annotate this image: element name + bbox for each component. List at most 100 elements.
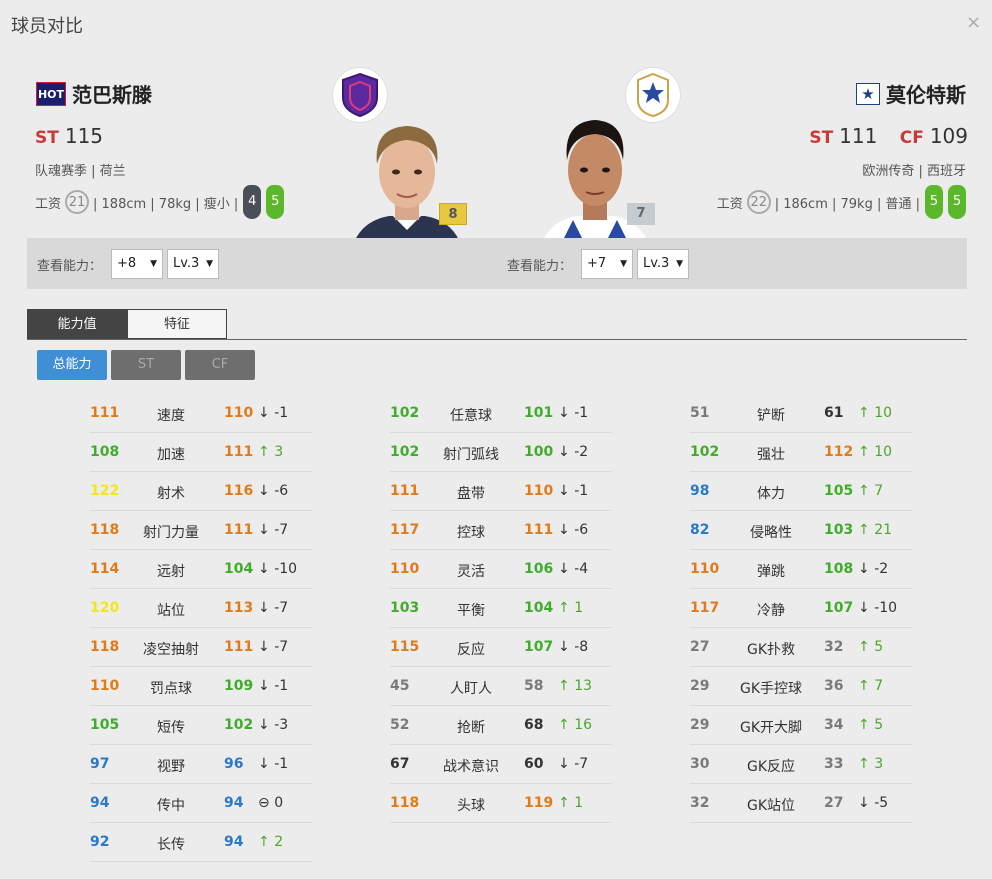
arrow-down-icon: ↓ (558, 561, 570, 577)
stat-row: 32 GK站位 27 ↓ -5 (690, 784, 912, 823)
stat-diff: ↓ -6 (558, 522, 588, 538)
stat-diff-value: 0 (274, 795, 284, 811)
stat-label: 反应 (457, 642, 485, 658)
stat-diff: ↓ -10 (858, 600, 897, 616)
left-stat-value: 102 (390, 405, 420, 421)
right-stat-value: 100 (524, 444, 554, 460)
right-stat-value: 101 (524, 405, 554, 421)
stat-label: 传中 (157, 798, 185, 814)
arrow-up-icon: ↑ (858, 483, 870, 499)
left-plus-select[interactable]: +8 (111, 249, 163, 279)
arrow-down-icon: ↓ (258, 483, 270, 499)
right-info: 工资 22 | 186cm | 79kg | 普通 | 5 5 (717, 185, 966, 219)
stat-row: 105 短传 102 ↓ -3 (90, 706, 312, 745)
left-stat-value: 114 (90, 561, 120, 577)
stat-diff: ↑ 7 (858, 678, 883, 694)
stat-diff-value: -8 (574, 639, 589, 655)
right-player-header: ★ 莫伦特斯 (856, 79, 966, 108)
subtab-cf[interactable]: CF (185, 350, 255, 380)
right-plus-select[interactable]: +7 (581, 249, 633, 279)
stat-row: 67 战术意识 60 ↓ -7 (390, 745, 612, 784)
right-view-label: 查看能力： (507, 259, 573, 274)
stat-row: 117 控球 111 ↓ -6 (390, 511, 612, 550)
stat-diff-value: -4 (574, 561, 589, 577)
stat-diff-value: 5 (874, 717, 884, 733)
tab-traits[interactable]: 特征 (127, 309, 227, 339)
stat-row: 114 远射 104 ↓ -10 (90, 550, 312, 589)
stat-row: 27 GK扑救 32 ↑ 5 (690, 628, 912, 667)
stat-diff-value: -10 (874, 600, 898, 616)
arrow-up-icon: ↑ (858, 405, 870, 421)
tab-divider (27, 339, 967, 340)
stat-diff-value: -1 (274, 756, 289, 772)
arrow-down-icon: ↓ (858, 561, 870, 577)
tab-abilities[interactable]: 能力值 (27, 309, 127, 339)
stat-label: 任意球 (450, 408, 492, 424)
europe-legend-emblem-icon (626, 68, 680, 122)
stat-diff: ↑ 5 (858, 717, 883, 733)
arrow-up-icon: ↑ (858, 678, 870, 694)
left-player-header: HOT 范巴斯滕 (36, 79, 152, 108)
subtab-st[interactable]: ST (111, 350, 181, 380)
stat-diff-value: 1 (574, 600, 584, 616)
stat-diff: ↑ 13 (558, 678, 592, 694)
right-stat-value: 94 (224, 834, 244, 850)
stat-diff-value: 3 (274, 444, 284, 460)
stat-row: 118 凌空抽射 111 ↓ -7 (90, 628, 312, 667)
stat-label: 平衡 (457, 603, 485, 619)
left-stat-value: 102 (690, 444, 720, 460)
view-ability-bar: 查看能力： +8 Lv.3 查看能力： +7 Lv.3 (27, 238, 967, 289)
stat-label: GK扑救 (746, 642, 796, 658)
right-info-text: | 186cm | 79kg | 普通 | (774, 196, 920, 212)
stat-row: 111 盘带 110 ↓ -1 (390, 472, 612, 511)
left-info-text: | 188cm | 78kg | 瘦小 | (93, 196, 239, 212)
right-stat-value: 27 (824, 795, 844, 811)
stat-diff-value: 21 (874, 522, 893, 538)
arrow-up-icon: ↑ (858, 756, 870, 772)
left-strong-foot-icon: 5 (266, 185, 285, 219)
stat-row: 94 传中 94 ⊖ 0 (90, 784, 312, 823)
right-stat-value: 107 (524, 639, 554, 655)
stat-diff-value: -7 (574, 756, 589, 772)
stat-diff-value: 1 (574, 795, 584, 811)
stats-column-1: 111 速度 110 ↓ -1 108 加速 111 ↑ 3 122 射术 116 ↓ -6 118 射门… (90, 394, 312, 862)
stat-row: 117 冷静 107 ↓ -10 (690, 589, 912, 628)
left-stat-value: 27 (690, 639, 710, 655)
right-stat-value: 113 (224, 600, 254, 616)
stat-label: 头球 (457, 798, 485, 814)
right-stat-value: 103 (824, 522, 854, 538)
stat-label: 凌空抽射 (143, 642, 199, 658)
stat-row: 102 射门弧线 100 ↓ -2 (390, 433, 612, 472)
stat-row: 122 射术 116 ↓ -6 (90, 472, 312, 511)
stat-row: 30 GK反应 33 ↑ 3 (690, 745, 912, 784)
stat-diff-value: -7 (274, 600, 289, 616)
stat-diff-value: 7 (874, 678, 884, 694)
right-stat-value: 96 (224, 756, 244, 772)
stat-row: 97 视野 96 ↓ -1 (90, 745, 312, 784)
stat-row: 29 GK手控球 36 ↑ 7 (690, 667, 912, 706)
stat-label: 短传 (157, 720, 185, 736)
right-stat-value: 105 (824, 483, 854, 499)
right-stat-value: 102 (224, 717, 254, 733)
left-level-select[interactable]: Lv.3 (167, 249, 219, 279)
left-overall: ST 115 (35, 124, 103, 148)
right-level-select[interactable]: Lv.3 (637, 249, 689, 279)
stat-diff: ↓ -7 (258, 522, 288, 538)
subtab-overall[interactable]: 总能力 (37, 350, 107, 380)
stat-row: 118 射门力量 111 ↓ -7 (90, 511, 312, 550)
right-stat-value: 68 (524, 717, 544, 733)
stat-diff-value: -5 (874, 795, 889, 811)
stat-diff: ↑ 16 (558, 717, 592, 733)
left-stat-value: 118 (90, 522, 120, 538)
right-stat-value: 110 (524, 483, 554, 499)
left-stat-value: 67 (390, 756, 410, 772)
stat-diff: ↑ 5 (858, 639, 883, 655)
stat-diff-value: -6 (574, 522, 589, 538)
arrow-down-icon: ↓ (258, 561, 270, 577)
right-ovr-value-1: 111 (839, 124, 878, 148)
stat-diff: ↓ -7 (558, 756, 588, 772)
stat-row: 115 反应 107 ↓ -8 (390, 628, 612, 667)
close-icon[interactable]: × (966, 12, 981, 33)
stat-diff: ↑ 10 (858, 405, 892, 421)
stat-diff: ↓ -2 (558, 444, 588, 460)
